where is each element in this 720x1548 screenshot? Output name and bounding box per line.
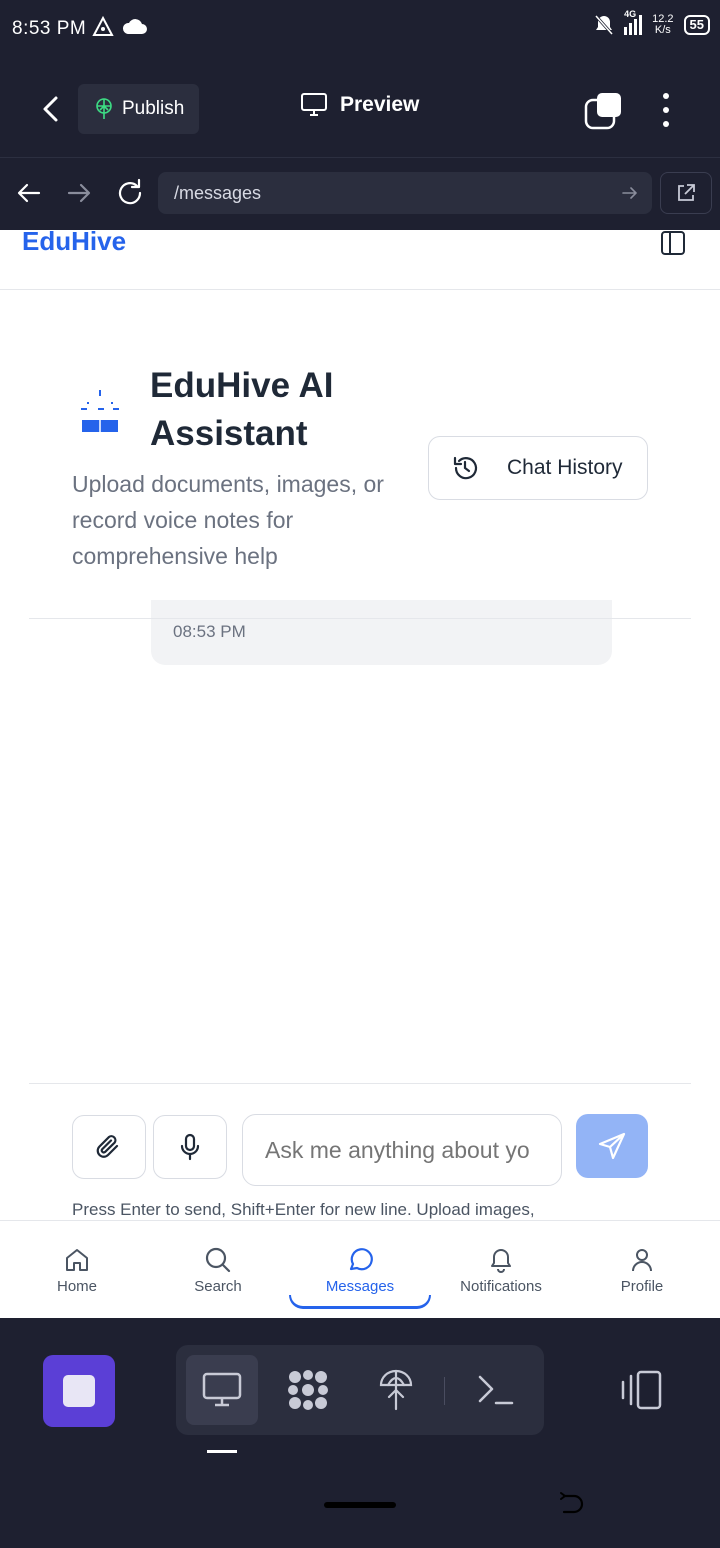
nav-search[interactable]: Search	[168, 1221, 268, 1318]
input-divider	[29, 1083, 691, 1084]
header-section-divider	[29, 618, 691, 619]
tool-terminal[interactable]	[460, 1355, 532, 1425]
status-bar: 8:53 PM 4G 12.2 K/s 55	[0, 0, 720, 58]
url-text: /messages	[174, 183, 262, 203]
message-icon	[349, 1247, 373, 1270]
nav-messages-label: Messages	[325, 1277, 395, 1295]
chat-input[interactable]	[242, 1114, 562, 1186]
triangle-app-icon	[92, 16, 114, 36]
home-icon	[66, 1248, 88, 1271]
header-divider	[0, 289, 720, 290]
device-frame-icon[interactable]	[618, 1370, 664, 1410]
nav-notifications-label: Notifications	[460, 1277, 542, 1295]
nav-profile[interactable]: Profile	[592, 1221, 692, 1318]
go-arrow-icon[interactable]	[620, 183, 640, 203]
nav-home-label: Home	[56, 1277, 97, 1295]
bottom-navigation: Home Search Messages Notifications Profi…	[0, 1220, 720, 1318]
search-icon	[205, 1247, 231, 1272]
reload-icon[interactable]	[115, 178, 145, 208]
url-bar: /messages	[0, 158, 720, 230]
nav-profile-label: Profile	[620, 1277, 664, 1295]
deploy-icon	[96, 98, 112, 119]
user-icon	[632, 1248, 652, 1271]
attach-button[interactable]	[72, 1115, 146, 1179]
assistant-title: EduHive AI Assistant	[150, 366, 334, 453]
voice-record-button[interactable]	[153, 1115, 227, 1179]
arrow-right-icon[interactable]	[64, 178, 94, 208]
home-gesture-bar[interactable]	[324, 1502, 396, 1508]
send-button[interactable]	[576, 1114, 648, 1178]
rotate-screen-icon[interactable]	[558, 1490, 588, 1520]
nav-home[interactable]: Home	[27, 1221, 127, 1318]
external-link-icon	[678, 184, 695, 201]
back-arrow-icon[interactable]	[36, 94, 66, 124]
monitor-icon	[301, 93, 327, 116]
graph-icon	[288, 1370, 328, 1410]
tool-deploy[interactable]	[360, 1355, 432, 1425]
microphone-icon	[180, 1133, 200, 1161]
url-input[interactable]: /messages	[158, 172, 652, 214]
chat-history-label: Chat History	[507, 456, 623, 479]
mute-bell-icon	[594, 15, 614, 35]
nav-active-indicator	[289, 1295, 431, 1309]
signal-indicator: 4G	[624, 9, 643, 35]
input-hint: Press Enter to send, Shift+Enter for new…	[72, 1200, 535, 1219]
nav-notifications[interactable]: Notifications	[441, 1221, 561, 1318]
assistant-subtitle: Upload documents, images, or record voic…	[72, 471, 384, 569]
app-top-bar: Publish Preview	[0, 58, 720, 158]
history-icon	[453, 456, 478, 480]
cloud-icon	[122, 19, 147, 34]
tool-graph[interactable]	[272, 1355, 344, 1425]
tool-active-indicator	[207, 1450, 237, 1453]
open-external-button[interactable]	[660, 172, 712, 214]
send-icon	[598, 1132, 626, 1160]
status-time: 8:53 PM	[12, 18, 87, 39]
sidebar-toggle-icon[interactable]	[660, 230, 686, 256]
assistant-logo-icon	[81, 390, 119, 432]
monitor-icon	[202, 1372, 242, 1407]
brand-logo[interactable]: EduHive	[22, 230, 126, 257]
preview-label: Preview	[340, 93, 420, 116]
network-speed: 12.2 K/s	[652, 13, 674, 36]
publish-label: Publish	[122, 98, 185, 119]
message-timestamp: 08:53 PM	[173, 622, 246, 641]
web-page: EduHive EduHive AI Assistant Upload docu…	[0, 230, 720, 1318]
stop-icon	[63, 1375, 95, 1407]
preview-toggle[interactable]: Preview	[300, 92, 419, 118]
message-bubble: 08:53 PM	[151, 600, 612, 665]
terminal-icon	[478, 1375, 514, 1405]
battery-indicator: 55	[683, 15, 710, 35]
tool-preview[interactable]	[186, 1355, 258, 1425]
chat-history-button[interactable]: Chat History	[428, 436, 648, 500]
tool-group	[176, 1345, 544, 1435]
bell-icon	[491, 1248, 511, 1273]
deploy-icon	[379, 1369, 413, 1411]
nav-search-label: Search	[194, 1277, 242, 1295]
tool-separator	[444, 1377, 445, 1405]
more-vertical-icon[interactable]	[654, 92, 678, 128]
publish-button[interactable]: Publish	[78, 84, 199, 134]
tabs-icon[interactable]	[584, 92, 622, 130]
arrow-left-icon[interactable]	[14, 178, 44, 208]
paperclip-icon	[96, 1135, 119, 1158]
ide-toolbar	[0, 1318, 720, 1548]
stop-button[interactable]	[43, 1355, 115, 1427]
